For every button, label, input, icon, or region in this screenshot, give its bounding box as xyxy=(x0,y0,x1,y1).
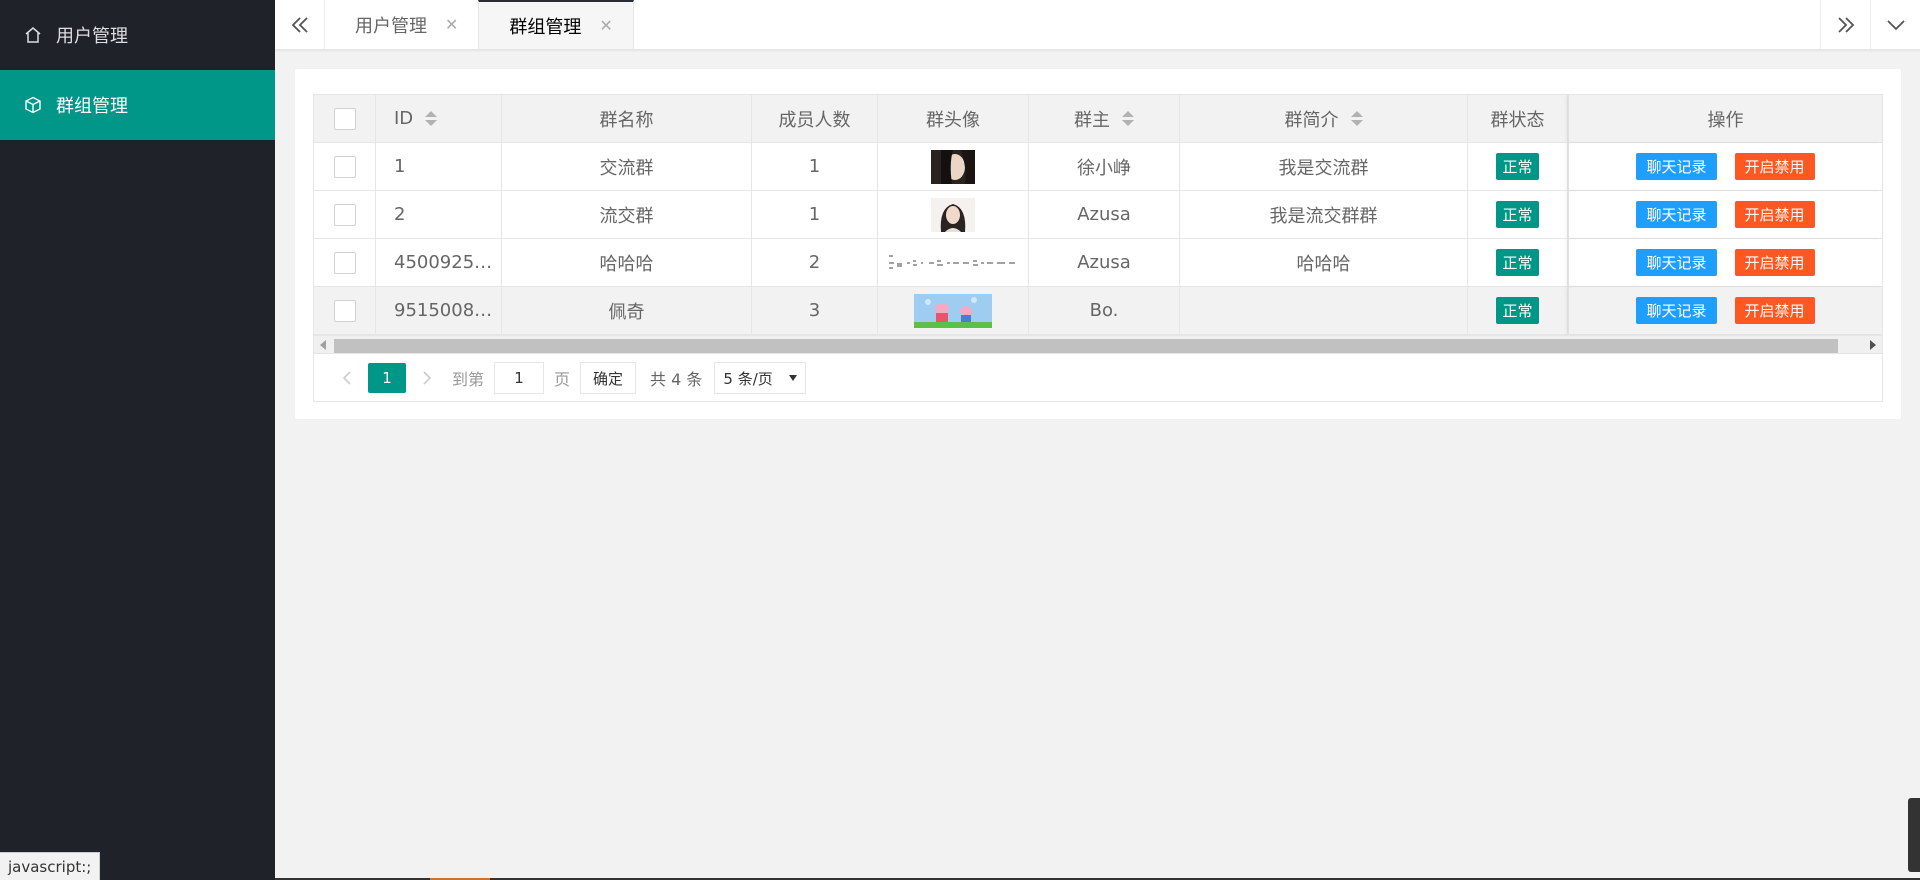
column-header-owner: 群主 xyxy=(1074,109,1110,131)
next-page-button[interactable] xyxy=(412,370,442,386)
sort-icon[interactable] xyxy=(1122,111,1134,126)
scroll-left-arrow-icon[interactable] xyxy=(320,340,326,350)
column-header-avatar: 群头像 xyxy=(926,109,980,131)
column-header-members: 成员人数 xyxy=(778,109,851,131)
goto-label: 到第 xyxy=(452,370,485,389)
chat-history-button[interactable]: 聊天记录 xyxy=(1636,249,1717,276)
horizontal-scrollbar[interactable] xyxy=(314,335,1882,353)
cell-owner: Azusa xyxy=(1029,191,1180,238)
row-checkbox[interactable] xyxy=(333,251,356,274)
floating-widget[interactable] xyxy=(1908,798,1920,872)
toggle-ban-button[interactable]: 开启禁用 xyxy=(1734,297,1815,324)
status-badge: 正常 xyxy=(1496,153,1539,180)
toggle-ban-button[interactable]: 开启禁用 xyxy=(1734,153,1815,180)
home-icon xyxy=(25,27,41,43)
chevron-right-icon xyxy=(423,371,432,385)
cell-members: 1 xyxy=(752,191,878,238)
sort-icon[interactable] xyxy=(1350,111,1363,126)
column-header-id: ID xyxy=(394,108,414,129)
cell-intro xyxy=(1180,287,1468,334)
chevron-down-icon xyxy=(1886,19,1905,30)
row-checkbox[interactable] xyxy=(333,203,356,226)
cell-name: 交流群 xyxy=(502,143,752,190)
page-size-select[interactable]: 5 条/页 xyxy=(714,362,807,394)
chevron-left-icon xyxy=(342,371,351,385)
chat-history-button[interactable]: 聊天记录 xyxy=(1636,201,1717,228)
confirm-page-button[interactable]: 确定 xyxy=(580,362,637,394)
table-row: 9515008… 佩奇 3 Bo. 正常 聊天记录 开启禁用 xyxy=(314,287,1882,335)
double-chevron-right-icon xyxy=(1837,16,1854,33)
cell-owner: 徐小峥 xyxy=(1029,143,1180,190)
table-row: 1 交流群 1 徐小峥 我是交流群 正常 聊天记录 开启禁用 xyxy=(314,143,1882,191)
group-avatar-image xyxy=(931,149,975,184)
cell-owner: Bo. xyxy=(1029,287,1180,334)
sidebar-item-label: 群组管理 xyxy=(56,96,128,117)
cube-icon xyxy=(25,96,41,114)
group-avatar-image xyxy=(885,245,1021,280)
status-bar-link-preview: javascript:; xyxy=(0,852,101,880)
sidebar-item-user-management[interactable]: 用户管理 xyxy=(0,0,275,70)
scroll-right-arrow-icon[interactable] xyxy=(1870,340,1876,350)
current-page-button[interactable]: 1 xyxy=(368,363,406,393)
sidebar: 用户管理 群组管理 xyxy=(0,0,275,880)
caret-down-icon xyxy=(789,375,798,381)
cell-id: 9515008… xyxy=(376,287,502,334)
column-header-intro: 群简介 xyxy=(1284,109,1339,131)
total-count: 共 4 条 xyxy=(650,370,703,389)
close-icon[interactable]: ✕ xyxy=(445,15,458,34)
cell-members: 1 xyxy=(752,143,878,190)
status-badge: 正常 xyxy=(1496,249,1539,276)
row-checkbox[interactable] xyxy=(333,299,356,322)
tab-user-management[interactable]: 用户管理 ✕ xyxy=(325,0,478,49)
page-size-value: 5 条/页 xyxy=(723,369,773,388)
group-table: ID 群名称 成员人数 群头像 群主 群简介 群状态 操作 1 交流群 1 徐小… xyxy=(313,94,1883,402)
tab-group-management[interactable]: 群组管理 ✕ xyxy=(478,0,634,49)
cell-intro: 我是流交群群 xyxy=(1180,191,1468,238)
sidebar-item-label: 用户管理 xyxy=(56,26,128,47)
tab-label: 用户管理 xyxy=(355,15,427,37)
cell-name: 佩奇 xyxy=(502,287,752,334)
table-header: ID 群名称 成员人数 群头像 群主 群简介 群状态 操作 xyxy=(314,95,1882,143)
tab-label: 群组管理 xyxy=(509,16,582,38)
page-label: 页 xyxy=(554,370,571,389)
double-chevron-left-icon xyxy=(291,16,308,33)
cell-id: 4500925… xyxy=(376,239,502,286)
pagination: 1 到第 页 确定 共 4 条 5 条/页 xyxy=(314,353,1882,401)
column-header-name: 群名称 xyxy=(599,109,654,131)
group-avatar-image xyxy=(931,197,975,232)
scroll-tabs-left-button[interactable] xyxy=(275,0,325,49)
row-checkbox[interactable] xyxy=(333,155,356,178)
page-number-input[interactable] xyxy=(494,362,545,394)
column-header-actions: 操作 xyxy=(1707,109,1744,131)
toggle-ban-button[interactable]: 开启禁用 xyxy=(1734,201,1815,228)
cell-intro: 哈哈哈 xyxy=(1180,239,1468,286)
cell-name: 哈哈哈 xyxy=(502,239,752,286)
cell-id: 2 xyxy=(376,191,502,238)
toggle-ban-button[interactable]: 开启禁用 xyxy=(1734,249,1815,276)
table-row: 2 流交群 1 Azusa 我是流交群群 正常 聊天记录 开启禁用 xyxy=(314,191,1882,239)
scrollbar-thumb[interactable] xyxy=(334,339,1838,353)
status-badge: 正常 xyxy=(1496,201,1539,228)
scroll-tabs-right-button[interactable] xyxy=(1820,0,1870,49)
sidebar-item-group-management[interactable]: 群组管理 xyxy=(0,70,275,140)
group-avatar-image xyxy=(914,293,992,328)
cell-owner: Azusa xyxy=(1029,239,1180,286)
cell-members: 3 xyxy=(752,287,878,334)
sort-icon[interactable] xyxy=(425,111,438,126)
table-row: 4500925… 哈哈哈 2 Azusa 哈哈哈 正常 聊天记录 开启禁用 xyxy=(314,239,1882,287)
prev-page-button[interactable] xyxy=(332,370,362,386)
tab-menu-dropdown-button[interactable] xyxy=(1870,0,1920,49)
column-header-status: 群状态 xyxy=(1490,109,1545,131)
cell-id: 1 xyxy=(376,143,502,190)
cell-intro: 我是交流群 xyxy=(1180,143,1468,190)
cell-name: 流交群 xyxy=(502,191,752,238)
content-card: ID 群名称 成员人数 群头像 群主 群简介 群状态 操作 1 交流群 1 徐小… xyxy=(295,69,1901,419)
chat-history-button[interactable]: 聊天记录 xyxy=(1636,297,1717,324)
close-icon[interactable]: ✕ xyxy=(599,16,612,35)
chat-history-button[interactable]: 聊天记录 xyxy=(1636,153,1717,180)
select-all-checkbox[interactable] xyxy=(333,107,356,130)
tab-bar: 用户管理 ✕ 群组管理 ✕ xyxy=(275,0,1920,50)
status-badge: 正常 xyxy=(1496,297,1539,324)
cell-members: 2 xyxy=(752,239,878,286)
